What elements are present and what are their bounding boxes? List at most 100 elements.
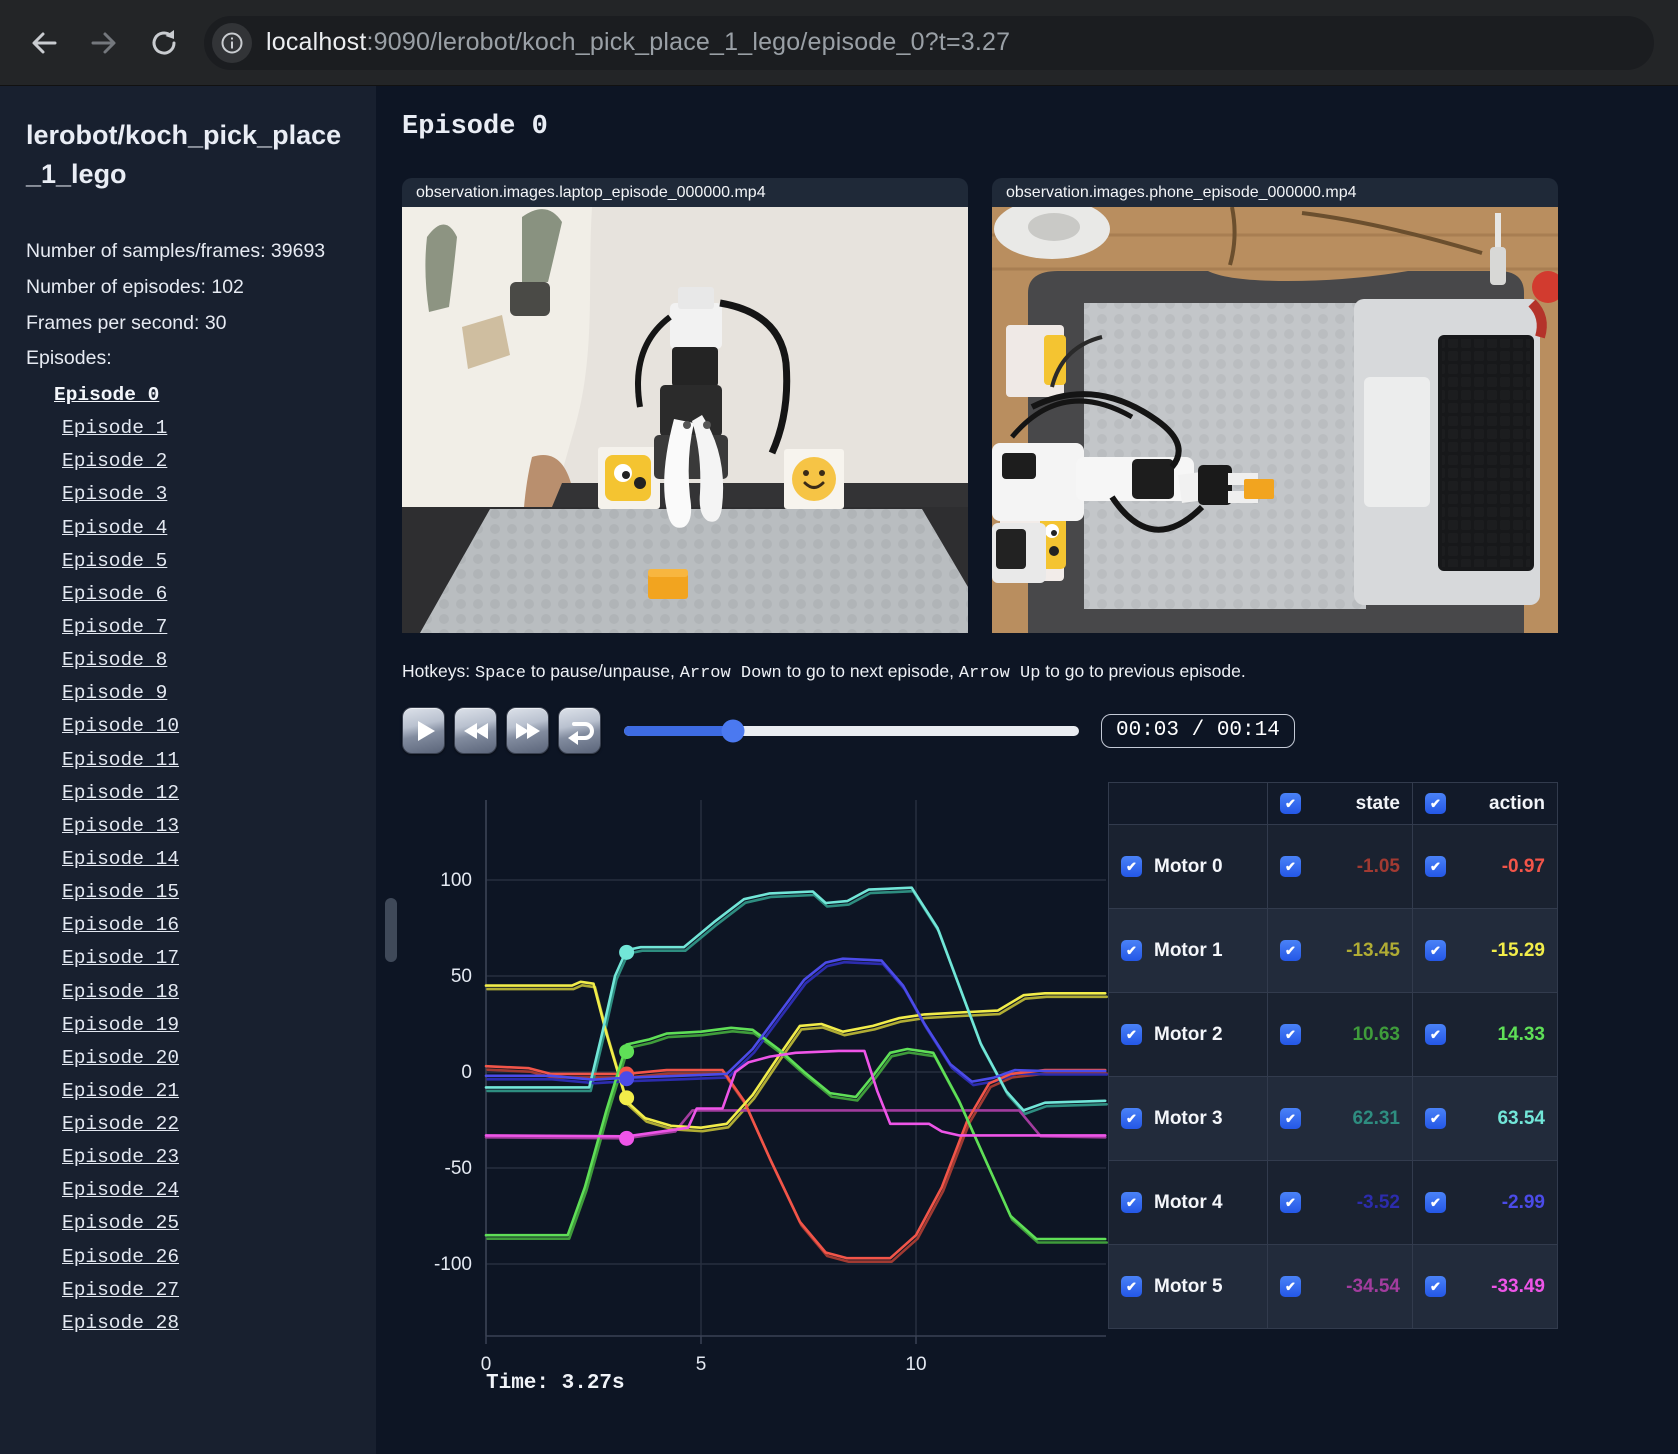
- sidebar-episode-link[interactable]: Episode 10: [26, 710, 350, 743]
- sidebar-episode-link[interactable]: Episode 19: [26, 1009, 350, 1042]
- action-value-checkbox[interactable]: [1425, 1192, 1446, 1213]
- hotkey-text: to go to next episode,: [781, 661, 959, 681]
- motor-label: Motor 0: [1154, 855, 1223, 877]
- state-value: 62.31: [1352, 1107, 1400, 1129]
- sidebar-episode-link[interactable]: Episode 3: [26, 478, 350, 511]
- sidebar-episode-link[interactable]: Episode 20: [26, 1042, 350, 1075]
- sidebar-episode-link[interactable]: Episode 9: [26, 677, 350, 710]
- sidebar-episode-link[interactable]: Episode 8: [26, 644, 350, 677]
- rewind-button[interactable]: [454, 707, 497, 754]
- sidebar-episode-link[interactable]: Episode 6: [26, 578, 350, 611]
- motor-table-row: Motor 4 -3.52 -2.99: [1108, 1160, 1558, 1245]
- laptop-video-frame: [402, 207, 968, 633]
- action-value-checkbox[interactable]: [1425, 1276, 1446, 1297]
- url-path: :9090/lerobot/koch_pick_place_1_lego/epi…: [366, 28, 1011, 56]
- action-value-checkbox[interactable]: [1425, 856, 1446, 877]
- sidebar-episode-link[interactable]: Episode 21: [26, 1075, 350, 1108]
- rewind-icon: [463, 722, 488, 739]
- episode-list: Episode 0 Episode 1 Episode 2 Episode 3 Epis…: [26, 379, 350, 1340]
- action-value-checkbox[interactable]: [1425, 1024, 1446, 1045]
- seek-slider[interactable]: [624, 719, 1079, 742]
- motor-row-checkbox[interactable]: [1121, 856, 1142, 877]
- action-value-checkbox[interactable]: [1425, 1108, 1446, 1129]
- hotkey-text: Hotkeys:: [402, 661, 475, 681]
- state-value: -34.54: [1346, 1275, 1400, 1297]
- motor-chart[interactable]: 100 50 0 -50 -100 0 5 10 Time: 3.27s: [402, 780, 1109, 1410]
- sidebar-episode-link[interactable]: Episode 23: [26, 1141, 350, 1174]
- state-value-checkbox[interactable]: [1280, 1108, 1301, 1129]
- sidebar-episode-link[interactable]: Episode 4: [26, 512, 350, 545]
- phone-video[interactable]: [992, 207, 1558, 633]
- sidebar-episode-link[interactable]: Episode 5: [26, 545, 350, 578]
- sidebar-episode-link[interactable]: Episode 25: [26, 1207, 350, 1240]
- motor-row-checkbox[interactable]: [1121, 1108, 1142, 1129]
- seek-slider-thumb[interactable]: [721, 719, 745, 742]
- sidebar-episode-link[interactable]: Episode 7: [26, 611, 350, 644]
- reload-icon: [152, 29, 176, 55]
- loop-button[interactable]: [558, 707, 601, 754]
- motor-table-row: Motor 0 -1.05 -0.97: [1108, 824, 1558, 909]
- state-value-checkbox[interactable]: [1280, 1192, 1301, 1213]
- motor-row-checkbox[interactable]: [1121, 1192, 1142, 1213]
- motor-row-checkbox[interactable]: [1121, 1024, 1142, 1045]
- sidebar-episode-link[interactable]: Episode 14: [26, 843, 350, 876]
- sidebar-episode-link[interactable]: Episode 22: [26, 1108, 350, 1141]
- sidebar-episode-link[interactable]: Episode 13: [26, 810, 350, 843]
- motor-label: Motor 5: [1154, 1275, 1223, 1297]
- motor-table-row: Motor 3 62.31 63.54: [1108, 1076, 1558, 1161]
- reload-button[interactable]: [144, 23, 184, 63]
- phone-video-frame: [992, 207, 1558, 633]
- motor-row-checkbox[interactable]: [1121, 1276, 1142, 1297]
- state-column-checkbox[interactable]: [1280, 793, 1301, 814]
- action-value: 14.33: [1497, 1023, 1545, 1045]
- state-value-checkbox[interactable]: [1280, 1024, 1301, 1045]
- state-value-checkbox[interactable]: [1280, 856, 1301, 877]
- play-button[interactable]: [402, 707, 445, 754]
- browser-toolbar: localhost:9090/lerobot/koch_pick_place_1…: [0, 0, 1678, 86]
- action-column-checkbox[interactable]: [1425, 793, 1446, 814]
- video-row: observation.images.laptop_episode_000000…: [402, 178, 1678, 633]
- sidebar-episode-link[interactable]: Episode 11: [26, 744, 350, 777]
- hotkey-key: Arrow Down: [679, 664, 782, 683]
- hotkey-key: Arrow Up: [958, 664, 1041, 683]
- chart-time-label: Time: 3.27s: [486, 1372, 625, 1395]
- state-value-checkbox[interactable]: [1280, 940, 1301, 961]
- hotkey-text: to pause/unpause,: [525, 661, 680, 681]
- scrollbar-thumb[interactable]: [385, 898, 397, 962]
- state-value-checkbox[interactable]: [1280, 1276, 1301, 1297]
- site-info-icon[interactable]: [212, 22, 252, 63]
- sidebar-episode-link[interactable]: Episode 17: [26, 942, 350, 975]
- back-button[interactable]: [24, 23, 64, 63]
- sidebar-episode-link[interactable]: Episode 26: [26, 1241, 350, 1274]
- svg-text:5: 5: [696, 1354, 707, 1375]
- sidebar-episode-link[interactable]: Episode 18: [26, 976, 350, 1009]
- svg-text:10: 10: [905, 1354, 926, 1375]
- fast-forward-button[interactable]: [506, 707, 549, 754]
- sidebar-episode-link[interactable]: Episode 12: [26, 777, 350, 810]
- sidebar-episode-link[interactable]: Episode 24: [26, 1174, 350, 1207]
- forward-button[interactable]: [84, 23, 124, 63]
- action-value: 63.54: [1497, 1107, 1545, 1129]
- url-text[interactable]: localhost:9090/lerobot/koch_pick_place_1…: [266, 28, 1010, 57]
- action-value-checkbox[interactable]: [1425, 940, 1446, 961]
- url-host: localhost: [266, 28, 367, 56]
- sidebar-episode-link[interactable]: Episode 27: [26, 1274, 350, 1307]
- sidebar-episode-link[interactable]: Episode 15: [26, 876, 350, 909]
- sidebar-episode-link[interactable]: Episode 2: [26, 445, 350, 478]
- motor-table: state action Motor 0 -1.05 -0.97 Motor 1 -13…: [1108, 782, 1558, 1329]
- sidebar-episode-link[interactable]: Episode 0: [26, 379, 350, 412]
- sidebar-episode-link[interactable]: Episode 16: [26, 909, 350, 942]
- motor-chart-canvas: 100500-50-1000 5 10: [434, 800, 1109, 1375]
- sidebar-episode-link[interactable]: Episode 1: [26, 412, 350, 445]
- svg-text:50: 50: [451, 966, 472, 987]
- action-column-header: action: [1412, 782, 1558, 825]
- address-bar[interactable]: localhost:9090/lerobot/koch_pick_place_1…: [204, 15, 1654, 70]
- hotkey-text: to go to previous episode.: [1040, 661, 1246, 681]
- motor-row-checkbox[interactable]: [1121, 940, 1142, 961]
- svg-text:100: 100: [440, 870, 472, 891]
- dataset-stat: Frames per second: 30: [26, 311, 227, 334]
- motor-label: Motor 3: [1154, 1107, 1223, 1129]
- time-display: 00:03 / 00:14: [1101, 713, 1295, 748]
- laptop-video[interactable]: [402, 207, 968, 633]
- sidebar-episode-link[interactable]: Episode 28: [26, 1307, 350, 1340]
